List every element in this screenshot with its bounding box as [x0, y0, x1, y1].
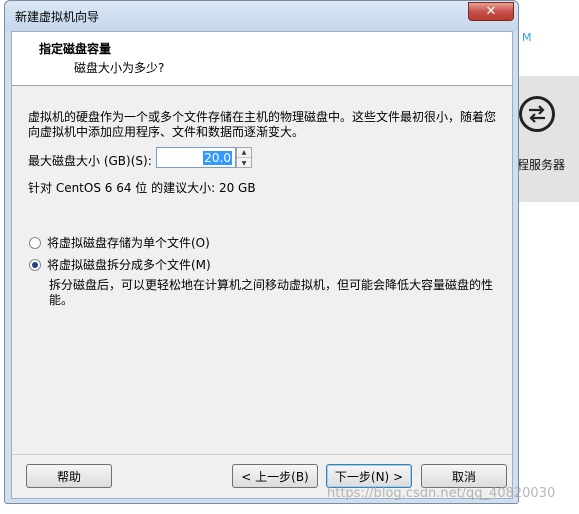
- recommended-size-text: 针对 CentOS 6 64 位 的建议大小: 20 GB: [28, 181, 256, 195]
- background-corner-letter: M: [522, 31, 532, 44]
- remote-server-icon[interactable]: [519, 96, 555, 132]
- wizard-client-area: 指定磁盘容量 磁盘大小为多少? 虚拟机的硬盘作为一个或多个文件存储在主机的物理磁…: [11, 31, 513, 499]
- disk-description: 虚拟机的硬盘作为一个或多个文件存储在主机的物理磁盘中。这些文件最初很小，随着您向…: [28, 110, 497, 139]
- footer-divider: [12, 454, 512, 455]
- radio-selected-dot: [32, 261, 38, 268]
- spin-down-button[interactable]: ▼: [237, 158, 251, 168]
- background-panel: [518, 76, 579, 202]
- cancel-button[interactable]: 取消: [421, 464, 507, 488]
- wizard-header: 指定磁盘容量 磁盘大小为多少?: [12, 32, 512, 86]
- split-files-option[interactable]: 将虚拟磁盘拆分成多个文件(M): [29, 256, 211, 273]
- new-vm-wizard-window: 新建虚拟机向导 ✕ 指定磁盘容量 磁盘大小为多少? 虚拟机的硬盘作为一个或多个文…: [4, 0, 519, 504]
- close-button[interactable]: ✕: [468, 2, 514, 21]
- watermark: https://blog.csdn.net/qq_40820030: [327, 486, 556, 501]
- spin-up-button[interactable]: ▲: [237, 148, 251, 158]
- split-files-label[interactable]: 将虚拟磁盘拆分成多个文件(M): [47, 256, 211, 273]
- split-files-radio[interactable]: [29, 258, 41, 271]
- close-icon: ✕: [485, 4, 497, 19]
- split-description: 拆分磁盘后，可以更轻松地在计算机之间移动虚拟机，但可能会降低大容量磁盘的性能。: [49, 278, 494, 307]
- max-disk-size-label: 最大磁盘大小 (GB)(S):: [28, 154, 152, 168]
- single-file-label[interactable]: 将虚拟磁盘存储为单个文件(O): [47, 234, 210, 251]
- max-disk-size-value: 20.0: [203, 150, 232, 165]
- back-button[interactable]: < 上一步(B): [232, 464, 318, 488]
- window-title: 新建虚拟机向导: [15, 10, 100, 24]
- title-bar[interactable]: 新建虚拟机向导 ✕: [5, 1, 518, 31]
- single-file-radio[interactable]: [29, 236, 41, 249]
- max-disk-size-input[interactable]: 20.0: [156, 147, 236, 168]
- help-button[interactable]: 帮助: [26, 464, 112, 488]
- disk-size-spinner: ▲ ▼: [236, 147, 252, 168]
- page-title: 指定磁盘容量: [39, 42, 112, 56]
- next-button[interactable]: 下一步(N) >: [326, 464, 412, 488]
- page-subtitle: 磁盘大小为多少?: [74, 61, 165, 75]
- remote-server-label[interactable]: 程服务器: [517, 156, 565, 173]
- single-file-option[interactable]: 将虚拟磁盘存储为单个文件(O): [29, 234, 210, 251]
